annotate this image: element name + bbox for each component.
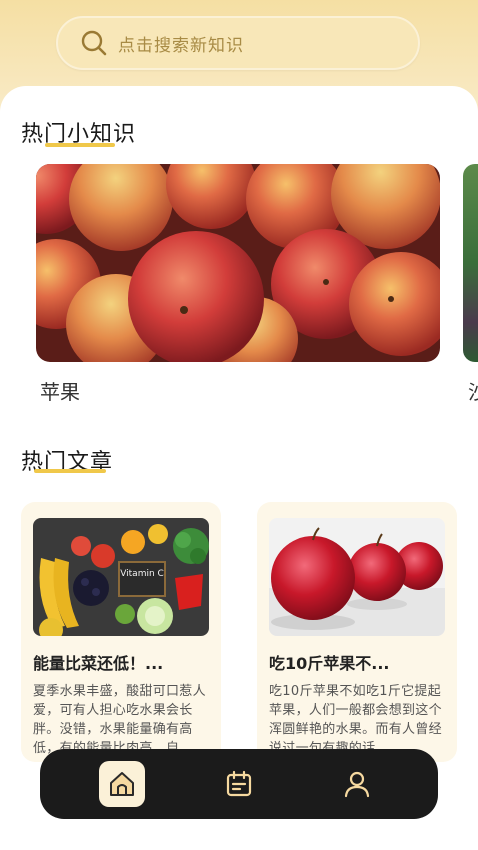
article-card[interactable]: 吃10斤苹果不... 吃10斤苹果不如吃1斤它提起苹果，人们一般都会想到这个浑圆… [257,502,457,762]
article-description: 吃10斤苹果不如吃1斤它提起苹果，人们一般都会想到这个浑圆鲜艳的水果。而有人曾经… [269,684,442,756]
nav-profile-button[interactable] [334,761,380,807]
apple-image [36,164,440,362]
article-image [269,518,445,636]
article-description: 夏季水果丰盛，酸甜可口惹人爱，可有人担心吃水果会长胖。没错，水果能量确有高低，有… [33,684,206,756]
section-title-underline [45,143,115,147]
tip-card[interactable]: 苹果 [36,164,440,404]
search-bar[interactable]: 点击搜索新知识 [56,16,420,70]
article-image: Vitamin C [33,518,209,636]
bottom-nav-bar [40,749,438,819]
next-tip-image[interactable] [463,164,478,362]
section-title-underline [34,469,106,473]
nav-calendar-button[interactable] [216,761,262,807]
app-screen: 点击搜索新知识 热门小知识 苹果 热门文章 Vitamin C 能量比菜还低！.… [0,0,478,850]
article-title: 能量比菜还低！... [33,654,164,673]
nav-home-button[interactable] [99,761,145,807]
next-tip-label: 沙 [468,376,478,405]
home-icon [110,772,134,796]
article-card[interactable]: Vitamin C 能量比菜还低！... 夏季水果丰盛，酸甜可口惹人爱，可有人担… [21,502,221,762]
tip-card-label: 苹果 [40,380,80,404]
vitamin-sign-text: Vitamin C [120,569,164,579]
search-icon [81,30,107,56]
user-icon [344,771,370,798]
tips-carousel[interactable]: 苹果 沙 [36,164,478,409]
search-placeholder: 点击搜索新知识 [118,35,244,56]
calendar-icon [226,770,252,797]
article-title: 吃10斤苹果不... [269,654,390,673]
